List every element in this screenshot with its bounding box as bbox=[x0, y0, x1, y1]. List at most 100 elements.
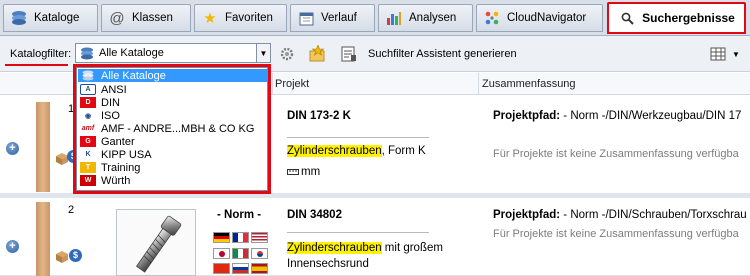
search-term-highlight: Zylinderschrauben bbox=[287, 145, 382, 157]
summary-note: Für Projekte ist keine Zusammenfassung v… bbox=[493, 148, 739, 160]
wizard-icon[interactable] bbox=[340, 45, 358, 63]
tab-verlauf[interactable]: Verlauf bbox=[290, 4, 375, 32]
settings-gear-icon[interactable] bbox=[278, 45, 296, 63]
project-path: Projektpfad: - Norm -/DIN/Schrauben/Torx… bbox=[493, 209, 747, 221]
column-header-summary[interactable]: Zusammenfassung bbox=[482, 78, 576, 90]
tab-label: Favoriten bbox=[225, 12, 273, 24]
part-preview-image[interactable] bbox=[116, 209, 196, 276]
tab-favoriten[interactable]: ★ Favoriten bbox=[194, 4, 287, 32]
option-label: Training bbox=[101, 161, 141, 174]
option-label: Alle Kataloge bbox=[101, 69, 166, 82]
flag-icon[interactable] bbox=[232, 247, 249, 259]
flag-icon[interactable] bbox=[213, 232, 230, 243]
project-path-value: - Norm -/DIN/Werkzeugbau/DIN 17 bbox=[560, 110, 742, 122]
catalog-icon bbox=[10, 9, 28, 27]
kipp-logo-icon: K bbox=[85, 151, 91, 158]
result-title[interactable]: DIN 34802 bbox=[287, 209, 342, 221]
chevron-down-icon: ▼ bbox=[732, 49, 740, 59]
result-description: Zylinderschrauben, Form K bbox=[287, 143, 426, 159]
bar-chart-icon bbox=[385, 9, 403, 27]
tab-label: Analysen bbox=[409, 12, 457, 24]
dropdown-option-amf[interactable]: amf AMF - ANDRE...MBH & CO KG bbox=[78, 122, 268, 135]
favorite-folder-icon[interactable] bbox=[308, 44, 326, 62]
catalog-color-bar bbox=[36, 202, 50, 276]
star-icon: ★ bbox=[203, 10, 217, 27]
dropdown-list: Alle Kataloge A ANSI D DIN ◉ ISO amf AMF… bbox=[76, 67, 268, 191]
ansi-logo-icon: A bbox=[80, 84, 96, 95]
ganter-logo-icon: G bbox=[80, 136, 96, 147]
dropdown-option-alle-kataloge[interactable]: Alle Kataloge bbox=[78, 69, 268, 82]
dropdown-option-wuerth[interactable]: W Würth bbox=[78, 174, 268, 187]
column-separator bbox=[478, 73, 479, 95]
cloud-navigator-icon bbox=[483, 9, 501, 27]
expand-icon[interactable]: + bbox=[6, 142, 19, 155]
option-label: DIN bbox=[101, 96, 120, 109]
column-header-project[interactable]: Projekt bbox=[275, 78, 309, 90]
flag-icon[interactable] bbox=[251, 232, 268, 243]
separator-line bbox=[287, 232, 429, 233]
amf-logo-icon: amf bbox=[81, 125, 95, 132]
catalog-filter-select[interactable]: Alle Kataloge ▼ bbox=[75, 43, 271, 63]
catalog-filter-value: Alle Kataloge bbox=[99, 47, 164, 59]
dropdown-option-kipp-usa[interactable]: K KIPP USA bbox=[78, 148, 268, 161]
dropdown-option-din[interactable]: D DIN bbox=[78, 96, 268, 109]
view-options-button[interactable]: ▼ bbox=[710, 45, 744, 63]
description-line-2: Innensechsrund bbox=[287, 258, 369, 270]
flag-icon[interactable] bbox=[213, 263, 230, 275]
option-label: Ganter bbox=[101, 135, 135, 148]
grid-view-icon bbox=[710, 47, 726, 61]
expand-icon[interactable]: + bbox=[6, 240, 19, 253]
tab-label: Kataloge bbox=[34, 12, 80, 24]
tab-bar: Kataloge @ Klassen ★ Favoriten Verlauf A… bbox=[0, 0, 750, 36]
language-flags bbox=[213, 232, 269, 276]
summary-note: Für Projekte ist keine Zusammenfassung v… bbox=[493, 228, 739, 240]
wuerth-logo-icon: W bbox=[80, 175, 96, 186]
column-separator bbox=[272, 73, 273, 95]
flag-icon[interactable] bbox=[213, 247, 230, 259]
training-logo-icon: T bbox=[80, 162, 96, 173]
separator-line bbox=[287, 137, 429, 138]
filter-label-underline bbox=[5, 64, 68, 66]
tab-klassen[interactable]: @ Klassen bbox=[101, 4, 191, 32]
tab-cloudnavigator[interactable]: CloudNavigator bbox=[476, 4, 603, 32]
dropdown-option-iso[interactable]: ◉ ISO bbox=[78, 109, 268, 122]
flag-icon[interactable] bbox=[251, 247, 268, 259]
catalog-color-bar bbox=[36, 102, 50, 192]
tab-label: Suchergebnisse bbox=[642, 11, 735, 25]
option-label: AMF - ANDRE...MBH & CO KG bbox=[101, 122, 255, 135]
catalog-filter-label: Katalogfilter: bbox=[10, 48, 72, 60]
option-label: Würth bbox=[101, 174, 131, 187]
generate-search-filter-assistant-button[interactable]: Suchfilter Assistent generieren bbox=[368, 48, 517, 60]
unit-label: mm bbox=[301, 166, 321, 178]
description-rest: mit großem bbox=[381, 242, 443, 254]
din-logo-icon: D bbox=[80, 97, 96, 108]
catalog-filter-dropdown[interactable]: Alle Kataloge A ANSI D DIN ◉ ISO amf AMF… bbox=[73, 64, 271, 194]
package-icon bbox=[55, 250, 69, 264]
iso-logo-icon: ◉ bbox=[84, 112, 92, 120]
chevron-down-icon[interactable]: ▼ bbox=[256, 44, 270, 62]
norm-label: - Norm - bbox=[217, 209, 262, 221]
calendar-icon bbox=[297, 9, 315, 27]
catalog-icon bbox=[79, 47, 95, 60]
dropdown-option-training[interactable]: T Training bbox=[78, 161, 268, 174]
tab-label: Verlauf bbox=[321, 12, 357, 24]
result-unit: mm bbox=[287, 166, 320, 178]
flag-icon[interactable] bbox=[251, 263, 268, 275]
search-icon bbox=[618, 9, 636, 27]
flag-icon[interactable] bbox=[232, 232, 249, 243]
catalog-icon bbox=[80, 70, 96, 81]
option-label: ISO bbox=[101, 109, 120, 122]
dropdown-option-ansi[interactable]: A ANSI bbox=[78, 83, 268, 96]
tab-analysen[interactable]: Analysen bbox=[378, 4, 473, 32]
tab-suchergebnisse[interactable]: Suchergebnisse bbox=[607, 2, 746, 34]
project-path-label: Projektpfad: bbox=[493, 209, 561, 221]
dropdown-option-ganter[interactable]: G Ganter bbox=[78, 135, 268, 148]
flag-icon[interactable] bbox=[232, 263, 249, 275]
option-label: KIPP USA bbox=[101, 148, 152, 161]
result-title[interactable]: DIN 173-2 K bbox=[287, 110, 351, 122]
project-path: Projektpfad: - Norm -/DIN/Werkzeugbau/DI… bbox=[493, 110, 741, 122]
result-description: Zylinderschrauben mit großem Innensechsru… bbox=[287, 240, 443, 272]
tab-kataloge[interactable]: Kataloge bbox=[3, 4, 98, 32]
result-number: 2 bbox=[68, 204, 75, 216]
at-sign-icon: @ bbox=[109, 9, 125, 27]
